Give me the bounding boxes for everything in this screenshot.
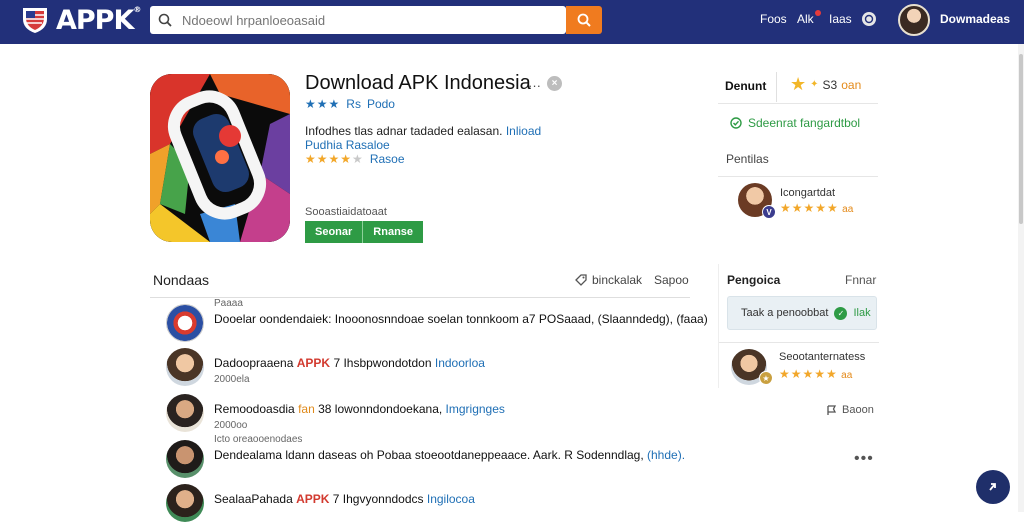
review-rating: ★★★★★ aa [780, 201, 854, 215]
featured-review: V Icongartdat ★★★★★ aa [718, 176, 878, 219]
download-button[interactable]: Seonar [305, 221, 363, 243]
app-icon [150, 74, 290, 242]
rating-count-link[interactable]: Rasoe [370, 152, 405, 166]
download-options-button[interactable]: Rnanse [362, 221, 424, 243]
check-icon: ✓ [834, 306, 848, 320]
rating-prefix: Rs [346, 97, 361, 111]
review-line: Remoodoasdia fan 38 lowonndondoekana, Im… [214, 402, 505, 416]
search-bar [150, 6, 566, 34]
star-rating-icon: ★★★★★ [305, 152, 364, 166]
sort-action[interactable]: binckalak [575, 273, 642, 287]
nav-item-foos[interactable]: Foos [760, 0, 787, 38]
report-link[interactable]: Baoon [826, 404, 874, 416]
rating-stars-icon: ★★★ [305, 97, 341, 111]
star-rating-icon: ★★★★ [779, 367, 827, 381]
review-date: 2000ela [214, 374, 250, 385]
help-circle-icon[interactable] [861, 11, 877, 27]
more-options-icon[interactable]: ··· [528, 78, 541, 93]
nav-item-alk[interactable]: Alk [797, 0, 814, 38]
download-button-group: Seonar Rnanse [305, 221, 424, 243]
review-row[interactable]: Icto oreaooenodaes Dendealama ldann dase… [166, 434, 685, 484]
scroll-action-button[interactable] [976, 470, 1010, 504]
nav-item-iaas[interactable]: Iaas [829, 0, 852, 38]
app-rating-row: ★★★ Rs Podo [305, 97, 395, 111]
divider [776, 72, 777, 102]
developer-panel: Pengoica Fnnar Taak a penoobbat ✓ Ilak ★… [718, 264, 879, 388]
app-logo-graphic-icon [150, 74, 290, 242]
logo-text: APPK® [56, 4, 141, 36]
app-avatar-icon [166, 304, 204, 342]
reviewer-avatar [166, 484, 204, 522]
notification-dot [815, 10, 821, 16]
reviews-section-header: Nondaas binckalak Sapoo [150, 270, 690, 298]
app-rating-stars-row: ★★★★★ Rasoe [305, 152, 405, 166]
flag-icon [827, 404, 837, 415]
reviewer-avatar [166, 394, 204, 432]
stats-sub-label: Pentilas [726, 152, 769, 166]
arrow-icon [989, 483, 996, 491]
shield-logo-icon [23, 8, 47, 33]
reviewer-avatar [166, 440, 204, 478]
review-line: SealaaPahada APPK 7 Ihgvyonndodcs Ingilo… [214, 492, 475, 506]
reviewer-name: Icongartdat [780, 187, 836, 199]
more-options-icon[interactable]: ••• [854, 450, 874, 468]
verified-status: Sdeenrat fangardtbol [718, 116, 878, 130]
review-date: 2000oo [214, 420, 248, 431]
score-label: oan [841, 77, 862, 92]
reviewer-avatar [166, 348, 204, 386]
score-block: ★ ✦ S3 oan [790, 74, 861, 95]
top-nav-bar: APPK® Foos Alk Iaas Dowmadeas [0, 0, 1024, 44]
app-stats-panel: Denunt ★ ✦ S3 oan Sdeenrat fangardtbol P… [718, 70, 878, 219]
score-value: S3 [822, 77, 838, 92]
search-input[interactable] [182, 12, 542, 28]
info-icon[interactable]: × [547, 76, 562, 91]
site-logo[interactable]: APPK® [20, 4, 141, 36]
scrollbar-thumb[interactable] [1019, 54, 1023, 224]
app-description: Infodhes tlas adnar tadaded ealasan. Inl… [305, 124, 542, 152]
review-row[interactable]: Dadoopraaena APPK 7 Ihsbpwondotdon Indoo… [166, 348, 676, 392]
star-rating-icon: ★★★★ [780, 201, 828, 215]
app-subtext: Sooastiaidatoaat [305, 206, 387, 218]
review-meta: Paaaa [214, 298, 243, 309]
app-title: Download APK Indonesia [305, 72, 531, 94]
panel-title: Pengoica [727, 273, 781, 287]
review-row[interactable]: Paaaa Dooelar oondendaiek: Inooonosnndoa… [166, 298, 708, 348]
verified-badge-icon: V [762, 205, 776, 219]
panel-link[interactable]: Fnnar [845, 273, 876, 287]
stats-label: Denunt [725, 79, 767, 93]
sparkle-icon: ✦ [810, 79, 819, 90]
search-icon [577, 13, 591, 27]
verified-badge-icon: ★ [759, 371, 773, 385]
star-icon: ★ [790, 74, 807, 94]
featured-review: ★ Seootanternatess ★★★★★ aa [719, 342, 879, 388]
filter-action[interactable]: Sapoo [654, 273, 689, 287]
check-circle-icon [730, 117, 742, 129]
rating-label-link[interactable]: Podo [367, 97, 395, 111]
stats-header-row: Denunt ★ ✦ S3 oan [718, 70, 878, 104]
review-line: Dadoopraaena APPK 7 Ihsbpwondotdon Indoo… [214, 356, 485, 370]
tag-icon [575, 274, 587, 286]
review-row[interactable]: SealaaPahada APPK 7 Ihgvyonndodcs Ingilo… [166, 484, 676, 528]
review-rating: ★★★★★ aa [779, 367, 853, 381]
review-row[interactable]: Remoodoasdia fan 38 lowonndondoekana, Im… [166, 394, 676, 438]
action-box[interactable]: Taak a penoobbat ✓ Ilak [727, 296, 877, 330]
reviewer-name: Seootanternatess [779, 351, 866, 363]
search-button[interactable] [566, 6, 602, 34]
user-avatar[interactable] [898, 4, 930, 36]
review-meta: Icto oreaooenodaes [214, 434, 303, 445]
search-icon [158, 13, 172, 27]
section-title: Nondaas [153, 272, 210, 288]
review-text: Dooelar oondendaiek: Inooonosnndoae soel… [214, 312, 708, 326]
review-line: Dendealama ldann daseas oh Pobaa stoeoot… [214, 448, 686, 462]
user-name[interactable]: Dowmadeas [940, 12, 1010, 26]
